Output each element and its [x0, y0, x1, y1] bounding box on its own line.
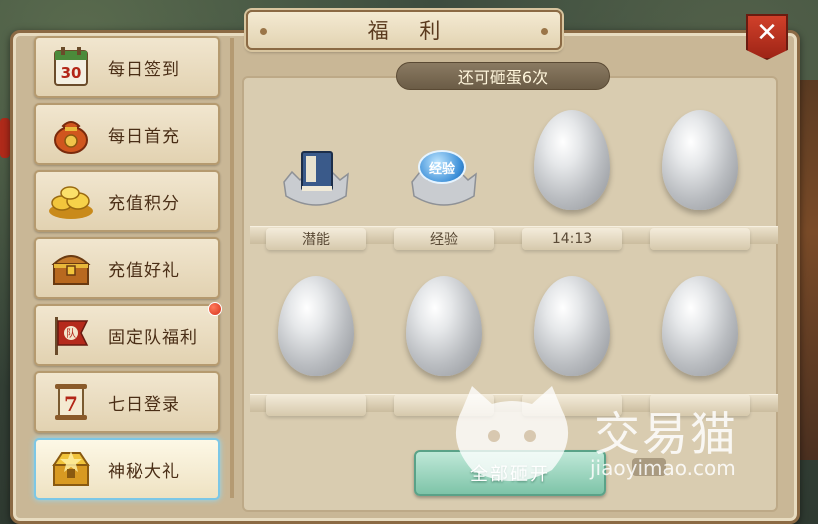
reward-label: 潜能	[302, 232, 330, 248]
reward-label-plate: 潜能	[266, 228, 366, 250]
sidebar-item-daily-first-recharge[interactable]: 每日首充	[34, 103, 220, 165]
egg-base-plate	[522, 394, 622, 416]
smash-all-label: 全部砸开	[470, 464, 550, 485]
egg-slot[interactable]: 潜能	[260, 110, 372, 250]
sidebar-item-recharge-points[interactable]: 充值积分	[34, 170, 220, 232]
sidebar-item-mystery-gift[interactable]: 神秘大礼	[34, 438, 220, 500]
egg-base-plate	[394, 394, 494, 416]
egg-slot[interactable]: 14:13	[516, 110, 628, 250]
sidebar-item-seven-day-login[interactable]: 7 七日登录	[34, 371, 220, 433]
egg-slot[interactable]: 经验 经验	[388, 110, 500, 250]
team-flag-icon: 队	[44, 308, 98, 362]
egg-base-plate	[650, 228, 750, 250]
silver-egg[interactable]	[662, 276, 738, 376]
calendar-30-icon: 30	[44, 40, 98, 94]
remaining-count-banner: 还可砸蛋6次	[396, 62, 610, 90]
notification-badge	[208, 302, 222, 316]
smash-all-button[interactable]: 全部砸开	[414, 450, 606, 496]
silver-egg[interactable]	[534, 110, 610, 210]
sidebar-divider	[230, 38, 234, 498]
egg-timer-plate: 14:13	[522, 228, 622, 250]
silver-egg[interactable]	[662, 110, 738, 210]
svg-text:30: 30	[61, 64, 82, 82]
gold-ingots-icon	[44, 174, 98, 228]
svg-text:队: 队	[66, 327, 76, 340]
reward-label-plate: 经验	[394, 228, 494, 250]
sidebar-item-team-welfare[interactable]: 队 固定队福利	[34, 302, 222, 366]
egg-slot[interactable]	[260, 276, 372, 416]
reward-label: 经验	[430, 232, 458, 248]
sidebar-item-label: 每日签到	[108, 59, 180, 80]
hammer-tag-icon	[632, 458, 666, 476]
egg-base-plate	[650, 394, 750, 416]
title-plate: 福 利	[246, 10, 562, 50]
pillar-decoration	[800, 80, 818, 460]
close-icon: ✕	[756, 18, 778, 48]
egg-timer: 14:13	[551, 231, 593, 247]
panel-title: 福 利	[367, 19, 453, 43]
svg-text:7: 7	[64, 392, 78, 416]
money-bag-icon	[44, 107, 98, 161]
sidebar-item-label: 七日登录	[108, 394, 180, 415]
sidebar-item-label: 神秘大礼	[108, 461, 180, 482]
egg-slot[interactable]	[388, 276, 500, 416]
egg-base-plate	[266, 394, 366, 416]
sidebar-item-label: 每日首充	[108, 126, 180, 147]
silver-egg[interactable]	[278, 276, 354, 376]
sidebar-item-label: 充值积分	[108, 193, 180, 214]
exp-orb-text: 经验	[428, 161, 455, 177]
egg-slot[interactable]	[644, 110, 756, 250]
sidebar-item-label: 固定队福利	[108, 327, 198, 348]
exp-orb-icon: 经验	[418, 150, 466, 184]
sidebar: 30 每日签到 每日首充 充值积分 充值好礼 队 固定队福利 7 七日登录 神秘…	[34, 36, 224, 500]
sidebar-item-daily-signin[interactable]: 30 每日签到	[34, 36, 220, 98]
sidebar-item-label: 充值好礼	[108, 260, 180, 281]
skill-book-icon	[294, 148, 340, 198]
lantern-decoration	[0, 118, 10, 158]
golden-chest-icon	[44, 442, 98, 496]
scroll-7-icon: 7	[44, 375, 98, 429]
silver-egg[interactable]	[534, 276, 610, 376]
silver-egg[interactable]	[406, 276, 482, 376]
remaining-count-text: 还可砸蛋6次	[457, 68, 549, 87]
egg-slot[interactable]	[644, 276, 756, 416]
egg-slot[interactable]	[516, 276, 628, 416]
sidebar-item-recharge-gift[interactable]: 充值好礼	[34, 237, 220, 299]
treasure-chest-icon	[44, 241, 98, 295]
